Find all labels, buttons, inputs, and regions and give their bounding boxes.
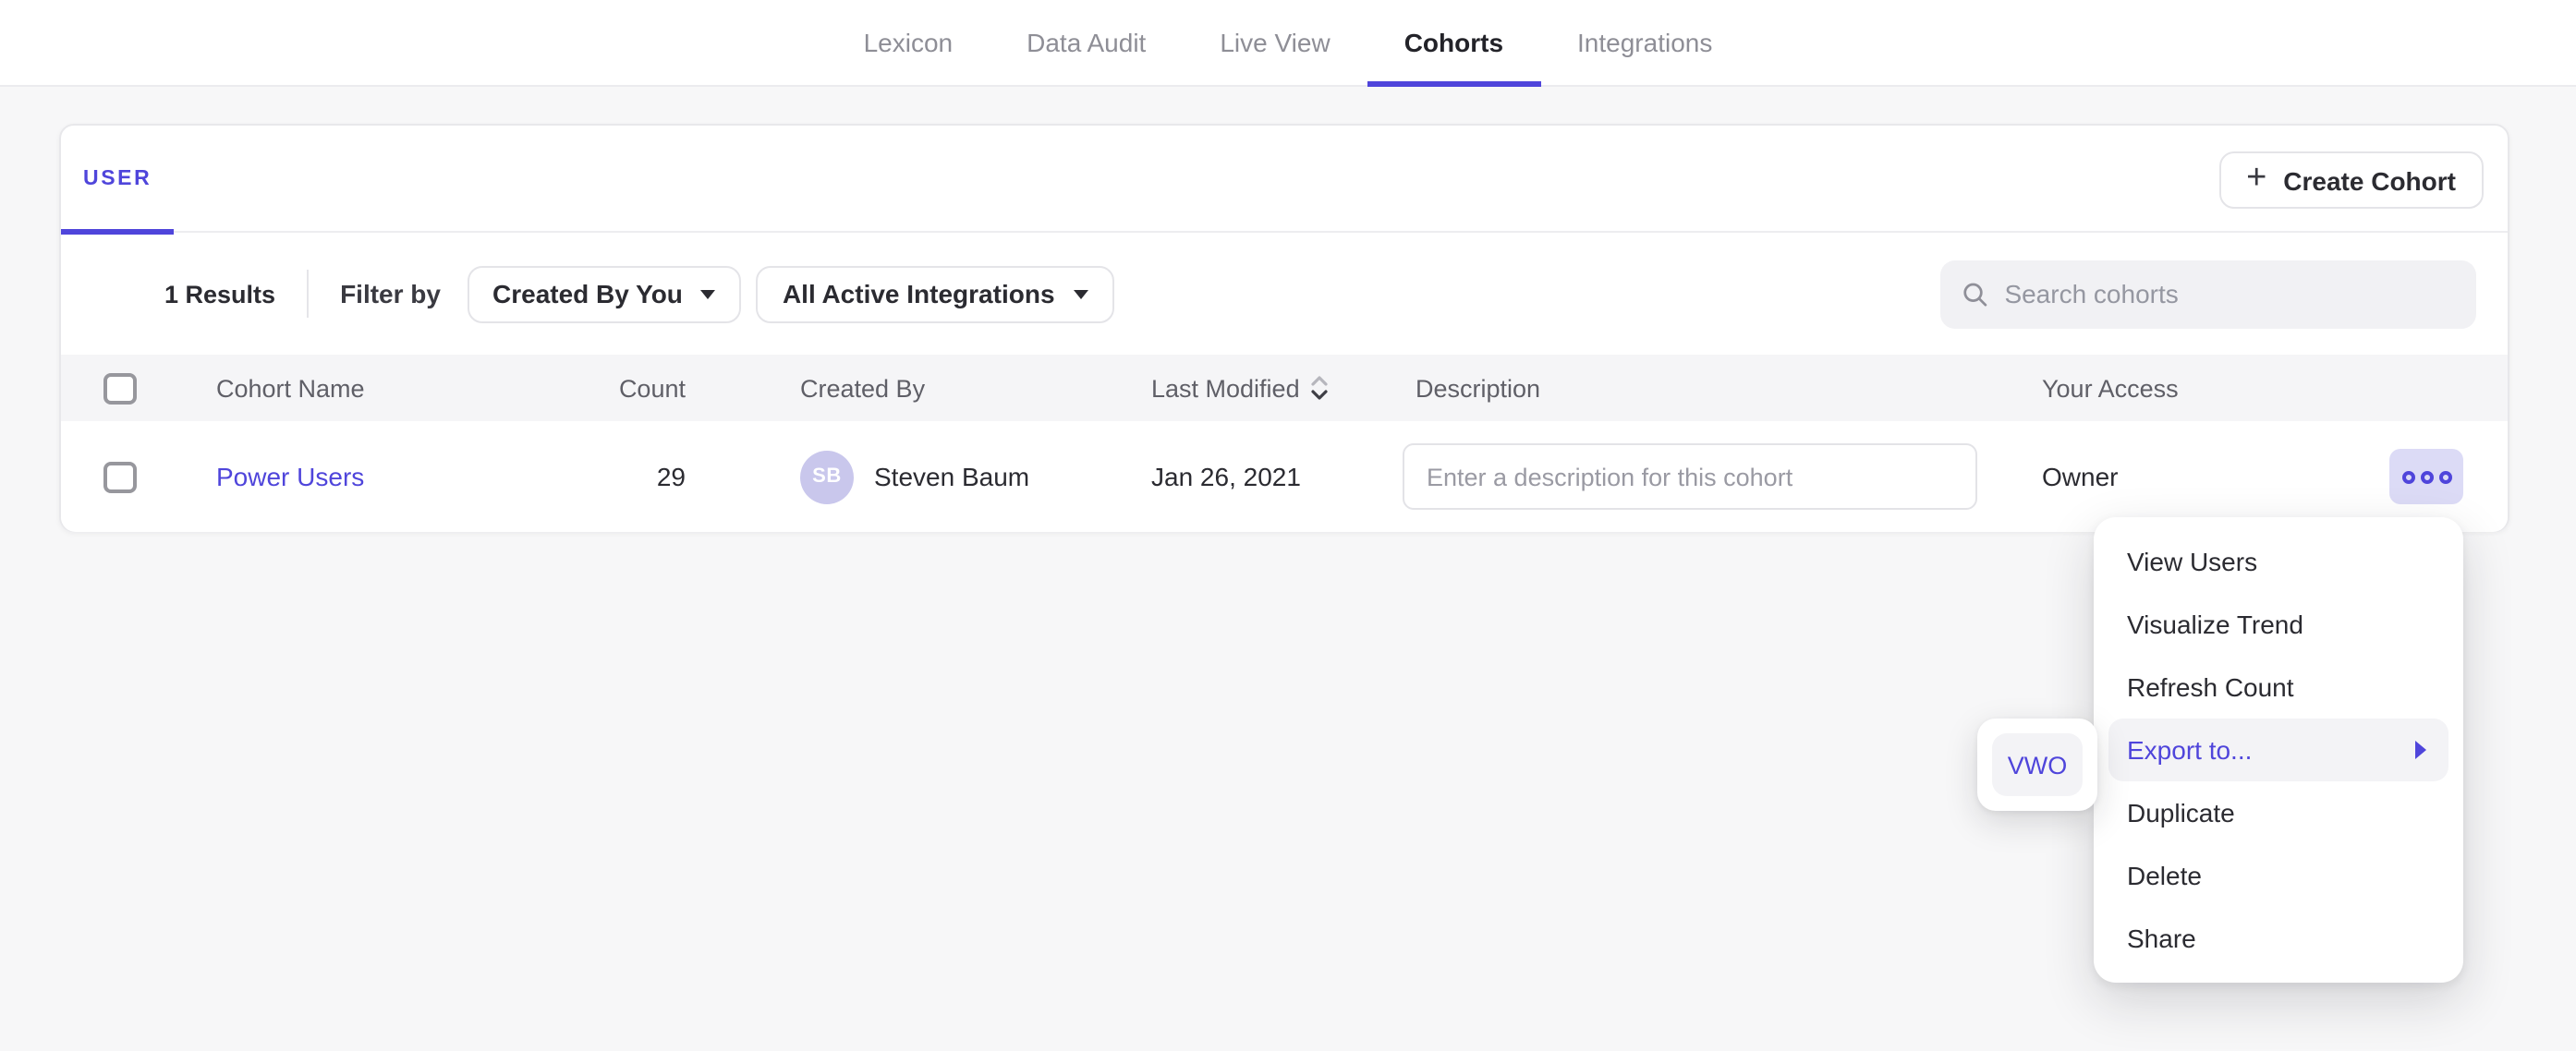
more-options-button[interactable] <box>2389 449 2463 504</box>
tab-lexicon[interactable]: Lexicon <box>827 0 990 85</box>
tab-cohorts[interactable]: Cohorts <box>1367 0 1540 85</box>
tab-label: Data Audit <box>1027 28 1146 57</box>
cohort-name-link[interactable]: Power Users <box>216 462 364 491</box>
tab-label: Integrations <box>1577 28 1712 57</box>
export-submenu: VWO <box>1977 719 2097 811</box>
integrations-filter-dropdown[interactable]: All Active Integrations <box>757 265 1114 322</box>
header-last-modified[interactable]: Last Modified <box>1151 374 1403 402</box>
vertical-divider <box>307 270 309 318</box>
chevron-down-icon <box>701 289 716 298</box>
integrations-filter-value: All Active Integrations <box>783 279 1055 308</box>
tab-label: Cohorts <box>1404 28 1503 57</box>
header-count: Count <box>541 374 686 402</box>
search-icon <box>1962 280 1987 308</box>
header-your-access: Your Access <box>2042 374 2508 402</box>
menu-item-export-to[interactable]: Export to... <box>2108 719 2448 781</box>
menu-item-visualize-trend[interactable]: Visualize Trend <box>2108 593 2448 656</box>
menu-item-share[interactable]: Share <box>2108 907 2448 970</box>
menu-item-delete[interactable]: Delete <box>2108 844 2448 907</box>
results-count: 1 Results <box>164 280 275 308</box>
created-by-filter-dropdown[interactable]: Created By You <box>467 265 742 322</box>
tab-data-audit[interactable]: Data Audit <box>990 0 1183 85</box>
chevron-down-icon <box>1074 289 1088 298</box>
context-menu: View Users Visualize Trend Refresh Count… <box>2094 517 2463 983</box>
row-actions <box>2389 449 2463 504</box>
created-by-cell: SB Steven Baum <box>800 450 1151 503</box>
menu-item-export-label: Export to... <box>2127 735 2252 765</box>
row-checkbox[interactable] <box>103 461 137 492</box>
tab-user[interactable]: USER <box>61 126 174 231</box>
row-checkbox-cell <box>61 461 216 492</box>
created-by-name: Steven Baum <box>874 462 1029 491</box>
cohort-name-cell: Power Users <box>216 462 541 491</box>
filter-row: 1 Results Filter by Created By You All A… <box>61 233 2508 355</box>
sort-icon <box>1311 375 1330 401</box>
table-header: Cohort Name Count Created By Last Modifi… <box>61 355 2508 421</box>
tab-label: Live View <box>1220 28 1330 57</box>
count-cell: 29 <box>541 462 686 491</box>
select-all-checkbox[interactable] <box>103 372 137 404</box>
tab-integrations[interactable]: Integrations <box>1540 0 1749 85</box>
menu-item-duplicate[interactable]: Duplicate <box>2108 781 2448 844</box>
description-input[interactable] <box>1403 443 1977 510</box>
tab-label: Lexicon <box>864 28 954 57</box>
app: Lexicon Data Audit Live View Cohorts Int… <box>0 0 2576 1051</box>
header-description: Description <box>1403 374 2042 402</box>
created-by-filter-value: Created By You <box>492 279 683 308</box>
plus-icon: + <box>2246 161 2266 196</box>
last-modified-cell: Jan 26, 2021 <box>1151 462 1403 491</box>
header-checkbox-cell <box>61 372 216 404</box>
user-tab-label: USER <box>83 167 152 189</box>
search-input[interactable] <box>2004 279 2454 308</box>
active-tab-underline <box>1367 81 1540 87</box>
cohorts-card: USER + Create Cohort 1 Results Filter by… <box>59 124 2509 532</box>
menu-item-view-users[interactable]: View Users <box>2108 530 2448 593</box>
table-row: Power Users 29 SB Steven Baum Jan 26, 20… <box>61 421 2508 532</box>
filter-by-label: Filter by <box>340 279 441 308</box>
tab-live-view[interactable]: Live View <box>1183 0 1367 85</box>
card-header: USER + Create Cohort <box>61 126 2508 233</box>
header-created-by: Created By <box>800 374 1151 402</box>
search-box[interactable] <box>1940 260 2476 328</box>
header-cohort-name: Cohort Name <box>216 374 541 402</box>
avatar: SB <box>800 450 854 503</box>
top-nav: Lexicon Data Audit Live View Cohorts Int… <box>0 0 2576 87</box>
user-tab-underline <box>61 229 174 235</box>
create-cohort-button[interactable]: + Create Cohort <box>2218 151 2484 209</box>
submenu-item-vwo[interactable]: VWO <box>1992 733 2083 796</box>
submenu-arrow-icon <box>2415 741 2426 759</box>
ellipsis-icon <box>2401 470 2414 483</box>
description-cell <box>1403 443 2042 510</box>
create-cohort-label: Create Cohort <box>2283 165 2456 195</box>
header-last-modified-label: Last Modified <box>1151 374 1300 402</box>
menu-item-refresh-count[interactable]: Refresh Count <box>2108 656 2448 719</box>
